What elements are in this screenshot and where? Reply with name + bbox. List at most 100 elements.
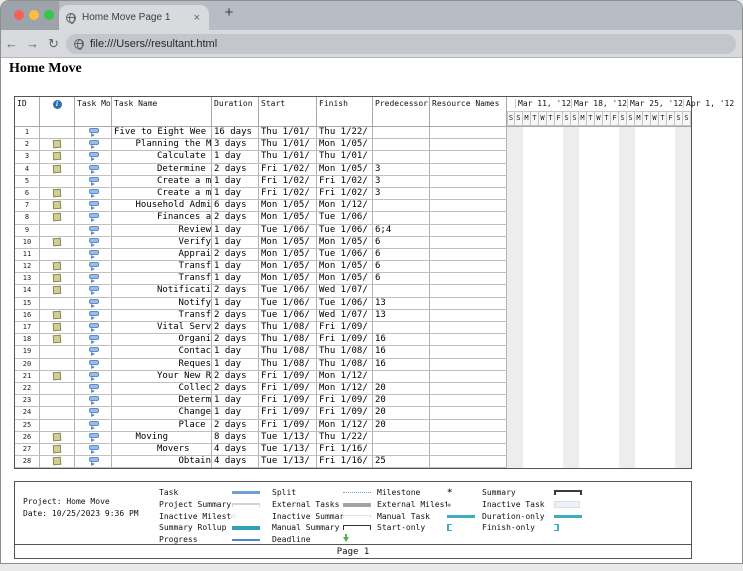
bar-gray-symbol xyxy=(343,503,373,507)
cell-duration-text: 1 day xyxy=(214,237,241,247)
cell-predecessors: 6 xyxy=(373,237,430,249)
tab-close-icon[interactable]: × xyxy=(192,12,202,24)
browser-tab[interactable]: Home Move Page 1 × xyxy=(59,5,209,30)
cell-task-mode xyxy=(75,407,112,419)
cell-id-text: 12 xyxy=(23,262,31,270)
note-icon xyxy=(53,457,61,465)
auto-scheduled-icon xyxy=(88,384,99,393)
table-row: 11Apprai2 daysMon 1/05/Tue 1/06/6 xyxy=(15,249,691,261)
cell-info xyxy=(40,188,75,200)
cell-predecessors xyxy=(373,285,430,297)
cell-duration: 3 days xyxy=(212,139,259,151)
legend-item: Inactive Milestone◇ xyxy=(159,510,262,522)
cell-task-mode xyxy=(75,249,112,261)
cell-duration: 1 day xyxy=(212,359,259,371)
cell-start-text: Thu 1/08/ xyxy=(261,346,310,356)
bracket-faint-symbol xyxy=(343,515,373,518)
cell-task-mode xyxy=(75,285,112,297)
minimize-window-button[interactable] xyxy=(29,10,39,20)
note-icon xyxy=(53,164,61,172)
zoom-window-button[interactable] xyxy=(44,10,54,20)
gantt-chart-cell xyxy=(507,456,691,468)
cell-start-text: Tue 1/06/ xyxy=(261,225,310,235)
auto-scheduled-icon xyxy=(88,189,99,198)
cell-task-name: Notify xyxy=(112,298,212,310)
auto-scheduled-icon xyxy=(88,347,99,356)
cell-task-mode xyxy=(75,346,112,358)
forward-button[interactable]: → xyxy=(22,36,43,51)
cell-duration-text: 1 day xyxy=(214,151,241,161)
cell-start: Mon 1/05/ xyxy=(259,212,317,224)
legend-item: Inactive Summary xyxy=(272,510,373,522)
cell-id: 6 xyxy=(15,188,40,200)
table-row: 7Household Admi6 daysMon 1/05/Mon 1/12/ xyxy=(15,200,691,212)
auto-scheduled-icon xyxy=(88,201,99,210)
legend-label: Project Summary xyxy=(159,500,232,509)
cell-duration: 2 days xyxy=(212,164,259,176)
cell-predecessors: 20 xyxy=(373,383,430,395)
close-window-button[interactable] xyxy=(14,10,24,20)
cell-task-mode xyxy=(75,176,112,188)
address-bar[interactable]: file:///Users//resultant.html xyxy=(66,34,736,54)
legend-label: Inactive Milestone xyxy=(159,512,232,521)
gantt-chart-cell xyxy=(507,237,691,249)
legend-label: Duration-only xyxy=(482,512,554,521)
cell-finish: Fri 1/09/ xyxy=(317,407,373,419)
cell-duration: 2 days xyxy=(212,212,259,224)
cell-task-mode xyxy=(75,139,112,151)
auto-scheduled-icon xyxy=(88,177,99,186)
cell-id: 4 xyxy=(15,164,40,176)
cell-info xyxy=(40,176,75,188)
cell-info xyxy=(40,420,75,432)
cell-finish: Mon 1/05/ xyxy=(317,164,373,176)
note-icon xyxy=(53,274,61,282)
cell-predecessors: 6;4 xyxy=(373,225,430,237)
reload-button[interactable]: ↻ xyxy=(43,36,64,52)
cell-finish: Mon 1/05/ xyxy=(317,261,373,273)
cell-resource-names xyxy=(430,383,507,395)
header-label: ID xyxy=(17,99,27,108)
cell-duration-text: 1 day xyxy=(214,273,241,283)
header-label: Predecessors xyxy=(375,99,430,108)
bracket-light-glyph xyxy=(232,503,260,507)
cell-task-mode xyxy=(75,420,112,432)
gantt-chart-cell xyxy=(507,285,691,297)
cell-finish-text: Fri 1/09/ xyxy=(319,407,368,417)
cell-predecessors-text: 13 xyxy=(375,310,386,320)
cell-finish-text: Fri 1/09/ xyxy=(319,395,368,405)
legend-column: TaskProject SummaryInactive Milestone◇Su… xyxy=(159,487,262,545)
gantt-chart-cell xyxy=(507,164,691,176)
cell-info xyxy=(40,139,75,151)
cell-task-name: Five to Eight Wee xyxy=(112,127,212,139)
day-cell: S xyxy=(675,111,683,126)
cell-finish: Fri 1/16/ xyxy=(317,444,373,456)
cell-start: Tue 1/13/ xyxy=(259,456,317,468)
cell-id: 24 xyxy=(15,407,40,419)
star-symbol: * xyxy=(447,490,477,496)
cell-start-text: Thu 1/01/ xyxy=(261,151,310,161)
cell-id: 15 xyxy=(15,298,40,310)
auto-scheduled-icon xyxy=(88,445,99,454)
table-row: 23Determ1 dayFri 1/09/Fri 1/09/20 xyxy=(15,395,691,407)
cell-id: 25 xyxy=(15,420,40,432)
auto-scheduled-icon xyxy=(88,140,99,149)
header-cell: i xyxy=(40,97,75,126)
cell-task-mode xyxy=(75,395,112,407)
back-button[interactable]: ← xyxy=(1,36,22,51)
cell-finish: Fri 1/02/ xyxy=(317,176,373,188)
bar-teal-symbol xyxy=(447,515,477,518)
cell-task-mode xyxy=(75,237,112,249)
cell-predecessors-text: 20 xyxy=(375,420,386,430)
cell-start-text: Thu 1/08/ xyxy=(261,334,310,344)
cell-id: 28 xyxy=(15,456,40,468)
new-tab-button[interactable]: + xyxy=(219,4,239,21)
cell-duration-text: 6 days xyxy=(214,200,247,210)
cell-id: 17 xyxy=(15,322,40,334)
bar-blue-symbol xyxy=(232,491,262,494)
cell-duration-text: 1 day xyxy=(214,188,241,198)
legend-label: Summary xyxy=(482,488,554,497)
cell-resource-names xyxy=(430,334,507,346)
cell-task-name-text: Verify xyxy=(179,237,212,247)
project-info: Project: Home Move Date: 10/25/2023 9:36… xyxy=(23,496,139,520)
cell-predecessors-text: 16 xyxy=(375,334,386,344)
